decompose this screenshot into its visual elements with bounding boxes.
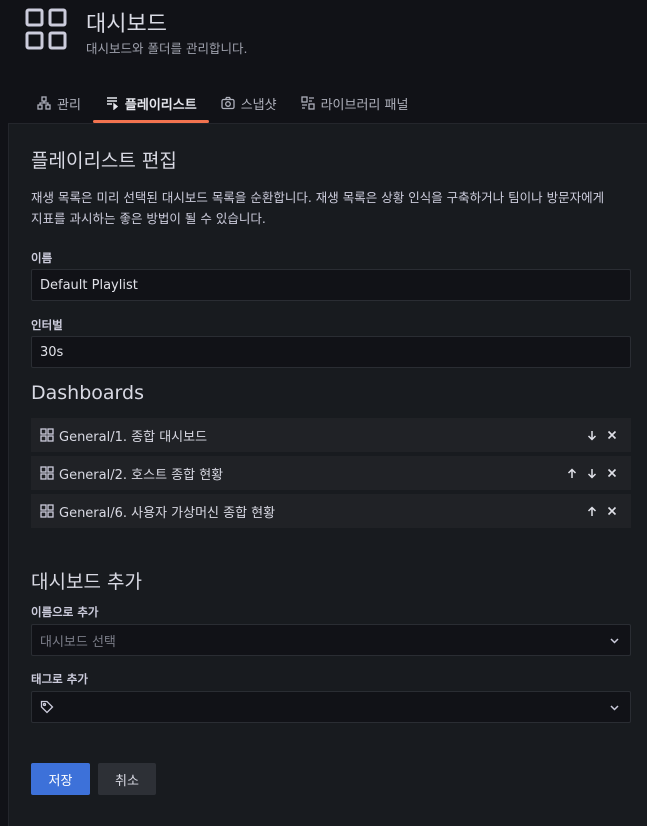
remove-icon[interactable] — [605, 428, 619, 442]
tab-library-panels[interactable]: 라이브러리 패널 — [289, 84, 421, 122]
dashboard-list-item: General/1. 종합 대시보드 — [31, 418, 631, 452]
remove-icon[interactable] — [605, 504, 619, 518]
tab-playlists[interactable]: 플레이리스트 — [92, 84, 209, 123]
dashboard-item-label: General/1. 종합 대시보드 — [59, 429, 208, 445]
interval-field[interactable]: 30s — [31, 336, 631, 368]
tab-snapshots-label: 스냅샷 — [240, 97, 277, 113]
dashboard-list-item: General/6. 사용자 가상머신 종합 현황 — [31, 494, 631, 528]
name-field[interactable]: Default Playlist — [31, 269, 631, 301]
dashboard-picker-placeholder: 대시보드 선택 — [40, 634, 116, 650]
page-header: 대시보드 대시보드와 폴더를 관리합니다. 관리 플레이리스트 스냅샷 라이브러… — [0, 0, 647, 124]
add-by-name-label: 이름으로 추가 — [31, 605, 99, 619]
move-down-icon[interactable] — [585, 428, 599, 442]
move-up-icon[interactable] — [585, 504, 599, 518]
add-by-tag-label: 태그로 추가 — [31, 672, 88, 686]
sitemap-icon — [37, 96, 51, 110]
cancel-button[interactable]: 취소 — [98, 763, 156, 795]
tab-library-panels-label: 라이브러리 패널 — [320, 97, 409, 113]
dashboards-heading: Dashboards — [31, 382, 144, 404]
dashboard-item-actions — [565, 456, 619, 490]
dashboards-grid-icon — [25, 8, 67, 50]
remove-icon[interactable] — [605, 466, 619, 480]
dashboard-grid-icon — [40, 504, 54, 518]
dashboard-picker-select[interactable]: 대시보드 선택 — [31, 624, 631, 656]
page-subtitle: 대시보드와 폴더를 관리합니다. — [86, 41, 248, 56]
dashboard-list-item: General/2. 호스트 종합 현황 — [31, 456, 631, 490]
playlist-icon — [106, 97, 119, 110]
interval-label: 인터벌 — [31, 318, 63, 332]
tag-icon — [40, 700, 54, 714]
chevron-down-icon — [610, 705, 619, 711]
tag-picker-select[interactable] — [31, 691, 631, 723]
move-up-icon[interactable] — [565, 466, 579, 480]
dashboard-grid-icon — [40, 466, 54, 480]
name-label: 이름 — [31, 251, 53, 265]
library-panel-icon — [300, 96, 315, 110]
chevron-down-icon — [610, 638, 619, 644]
dashboard-grid-icon — [40, 428, 54, 442]
tab-playlists-label: 플레이리스트 — [124, 97, 197, 113]
dashboard-item-label: General/2. 호스트 종합 현황 — [59, 467, 224, 483]
edit-playlist-heading: 플레이리스트 편집 — [31, 150, 177, 172]
tab-manage-label: 관리 — [57, 97, 81, 113]
tab-snapshots[interactable]: 스냅샷 — [209, 84, 289, 122]
tab-manage[interactable]: 관리 — [25, 84, 93, 122]
interval-field-value: 30s — [40, 344, 64, 360]
move-down-icon[interactable] — [585, 466, 599, 480]
tab-bar: 관리 플레이리스트 스냅샷 라이브러리 패널 — [25, 84, 420, 124]
add-dashboards-heading: 대시보드 추가 — [31, 571, 142, 593]
name-field-value: Default Playlist — [40, 277, 138, 293]
save-button[interactable]: 저장 — [31, 763, 90, 795]
edit-playlist-description: 재생 목록은 미리 선택된 대시보드 목록을 순환합니다. 재생 목록은 상황 … — [31, 190, 605, 226]
dashboard-item-label: General/6. 사용자 가상머신 종합 현황 — [59, 505, 276, 521]
page-title: 대시보드 — [86, 12, 167, 37]
dashboard-item-actions — [585, 418, 619, 452]
camera-icon — [221, 96, 235, 110]
dashboard-item-actions — [585, 494, 619, 528]
